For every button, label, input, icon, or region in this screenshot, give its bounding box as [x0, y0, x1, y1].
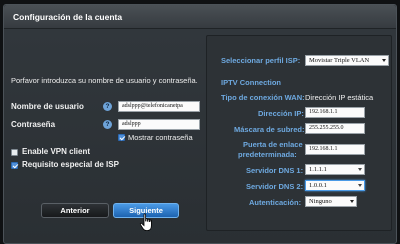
dialog-title: Configuración de la cuenta	[13, 12, 123, 22]
dns2-label: Servidor DNS 2:	[246, 182, 304, 191]
chevron-down-icon	[382, 59, 386, 62]
wan-type-label: Tipo de conexión WAN:	[221, 93, 305, 102]
account-config-dialog: Configuración de la cuenta Porfavor intr…	[3, 4, 397, 244]
dns2-value: 1.0.0.1	[309, 182, 327, 189]
password-input[interactable]: adslppp	[118, 119, 200, 130]
isp-profile-label: Seleccionar perfil ISP:	[221, 56, 301, 65]
previous-button[interactable]: Anterior	[41, 203, 109, 218]
dns1-field[interactable]: 1.1.1.1	[305, 164, 365, 175]
username-input[interactable]: adslppp@telefonicanetpa	[118, 101, 200, 112]
hand-pointer-icon	[139, 213, 152, 231]
credentials-section: Porfavor introduzca su nombre de usuario…	[4, 29, 204, 244]
username-help-question-icon[interactable]: ?	[103, 102, 112, 111]
isp-settings-section: Seleccionar perfil ISP: Movistar Triple …	[206, 35, 392, 231]
ip-label: Dirección IP:	[258, 109, 304, 118]
enable-vpn-label: Enable VPN client	[22, 147, 91, 156]
gateway-input[interactable]: 192.168.1.1	[305, 144, 365, 155]
auth-select[interactable]: Ninguno	[305, 196, 357, 207]
password-label: Contraseña	[11, 120, 56, 129]
subnet-input[interactable]: 255.255.255.0	[305, 123, 365, 134]
gateway-label-line1: Puerta de enlace	[243, 140, 303, 149]
dns1-label: Servidor DNS 1:	[246, 166, 304, 175]
ip-input[interactable]: 192.168.1.1	[305, 107, 365, 118]
isp-profile-value: Movistar Triple VLAN	[309, 57, 370, 64]
enable-vpn-checkbox[interactable]	[11, 149, 18, 156]
wan-type-value: Dirección IP estática	[305, 93, 374, 102]
dialog-titlebar: Configuración de la cuenta	[4, 5, 396, 29]
username-label: Nombre de usuario	[11, 102, 84, 111]
auth-value: Ninguno	[309, 198, 332, 205]
show-password-label: Mostrar contraseña	[128, 133, 193, 142]
password-help-question-icon[interactable]: ?	[103, 120, 112, 129]
isp-profile-select[interactable]: Movistar Triple VLAN	[305, 55, 389, 66]
isp-requirement-label: Requisito especial de ISP	[22, 160, 119, 169]
intro-text: Porfavor introduzca su nombre de usuario…	[11, 76, 198, 85]
auth-label: Autenticación:	[249, 198, 302, 207]
show-password-checkbox[interactable]	[118, 134, 125, 141]
dns2-field[interactable]: 1.0.0.1	[305, 180, 365, 191]
subnet-label: Máscara de subred:	[234, 125, 305, 134]
chevron-down-icon	[358, 184, 362, 187]
chevron-down-icon	[358, 168, 362, 171]
isp-requirement-checkbox[interactable]	[11, 162, 18, 169]
dns1-value: 1.1.1.1	[309, 166, 327, 173]
iptv-heading: IPTV Connection	[221, 78, 281, 87]
gateway-label-line2: predeterminada:	[238, 150, 297, 159]
chevron-down-icon	[350, 200, 354, 203]
